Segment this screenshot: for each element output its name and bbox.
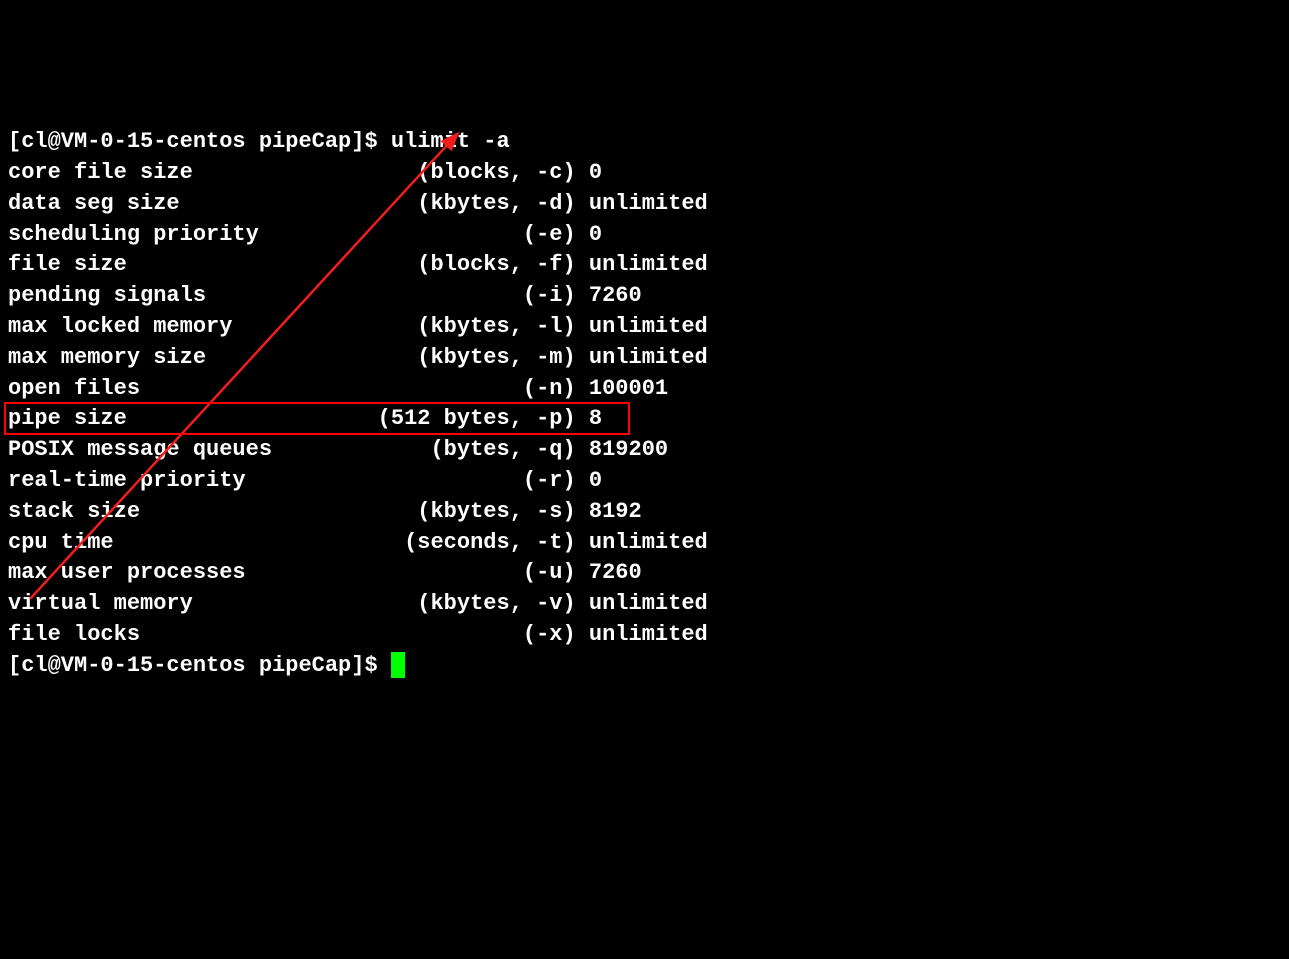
limit-value: 8 (589, 406, 602, 431)
ulimit-row: cpu time (seconds, -t) unlimited (8, 528, 1281, 559)
limit-detail: (bytes, -q) (325, 437, 576, 462)
limit-name: data seg size (8, 191, 325, 216)
limit-detail: (-u) (325, 560, 576, 585)
limit-value: 0 (589, 222, 602, 247)
limit-detail: (-n) (325, 376, 576, 401)
limit-value: 819200 (589, 437, 668, 462)
limit-name: stack size (8, 499, 325, 524)
terminal-output: [cl@VM-0-15-centos pipeCap]$ ulimit -aco… (8, 127, 1281, 681)
ulimit-row: max locked memory (kbytes, -l) unlimited (8, 312, 1281, 343)
ulimit-row: pending signals (-i) 7260 (8, 281, 1281, 312)
limit-detail: (512 bytes, -p) (325, 406, 576, 431)
shell-prompt: [cl@VM-0-15-centos pipeCap]$ (8, 653, 391, 678)
prompt-line[interactable]: [cl@VM-0-15-centos pipeCap]$ (8, 651, 1281, 682)
limit-value: unlimited (589, 622, 708, 647)
limit-name: cpu time (8, 530, 325, 555)
limit-value: 7260 (589, 560, 642, 585)
limit-value: unlimited (589, 530, 708, 555)
ulimit-row: POSIX message queues (bytes, -q) 819200 (8, 435, 1281, 466)
limit-detail: (seconds, -t) (325, 530, 576, 555)
command-text: ulimit -a (391, 129, 510, 154)
limit-detail: (kbytes, -d) (325, 191, 576, 216)
ulimit-row: stack size (kbytes, -s) 8192 (8, 497, 1281, 528)
ulimit-row: file size (blocks, -f) unlimited (8, 250, 1281, 281)
limit-value: unlimited (589, 345, 708, 370)
limit-name: POSIX message queues (8, 437, 325, 462)
limit-detail: (blocks, -c) (325, 160, 576, 185)
ulimit-row: open files (-n) 100001 (8, 374, 1281, 405)
limit-name: virtual memory (8, 591, 325, 616)
limit-name: file locks (8, 622, 325, 647)
limit-name: open files (8, 376, 325, 401)
limit-name: scheduling priority (8, 222, 325, 247)
limit-name: max locked memory (8, 314, 325, 339)
limit-detail: (kbytes, -s) (325, 499, 576, 524)
limit-detail: (kbytes, -m) (325, 345, 576, 370)
limit-name: core file size (8, 160, 325, 185)
limit-name: pipe size (8, 406, 325, 431)
limit-value: unlimited (589, 591, 708, 616)
limit-detail: (kbytes, -l) (325, 314, 576, 339)
limit-detail: (-r) (325, 468, 576, 493)
limit-detail: (kbytes, -v) (325, 591, 576, 616)
ulimit-row: real-time priority (-r) 0 (8, 466, 1281, 497)
limit-value: 100001 (589, 376, 668, 401)
limit-value: 0 (589, 160, 602, 185)
prompt-line[interactable]: [cl@VM-0-15-centos pipeCap]$ ulimit -a (8, 127, 1281, 158)
limit-name: file size (8, 252, 325, 277)
limit-value: 7260 (589, 283, 642, 308)
limit-value: unlimited (589, 314, 708, 339)
limit-detail: (blocks, -f) (325, 252, 576, 277)
limit-detail: (-x) (325, 622, 576, 647)
ulimit-row: max user processes (-u) 7260 (8, 558, 1281, 589)
ulimit-row: core file size (blocks, -c) 0 (8, 158, 1281, 189)
ulimit-row: file locks (-x) unlimited (8, 620, 1281, 651)
limit-name: max user processes (8, 560, 325, 585)
terminal-cursor (391, 652, 405, 678)
ulimit-row: data seg size (kbytes, -d) unlimited (8, 189, 1281, 220)
ulimit-row: virtual memory (kbytes, -v) unlimited (8, 589, 1281, 620)
limit-detail: (-e) (325, 222, 576, 247)
ulimit-row: max memory size (kbytes, -m) unlimited (8, 343, 1281, 374)
limit-value: unlimited (589, 252, 708, 277)
ulimit-row: pipe size (512 bytes, -p) 8 (8, 404, 1281, 435)
limit-value: 0 (589, 468, 602, 493)
limit-detail: (-i) (325, 283, 576, 308)
limit-name: real-time priority (8, 468, 325, 493)
shell-prompt: [cl@VM-0-15-centos pipeCap]$ (8, 129, 391, 154)
ulimit-row: scheduling priority (-e) 0 (8, 220, 1281, 251)
limit-name: pending signals (8, 283, 325, 308)
limit-value: 8192 (589, 499, 642, 524)
limit-name: max memory size (8, 345, 325, 370)
limit-value: unlimited (589, 191, 708, 216)
